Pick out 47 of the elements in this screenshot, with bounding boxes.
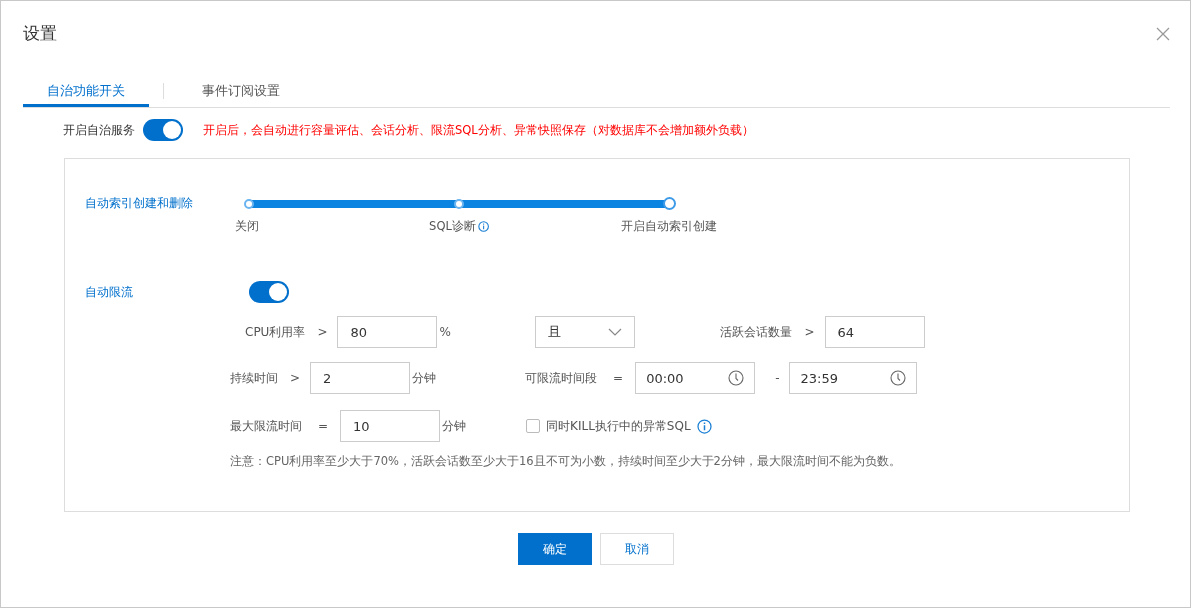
field-label: 活跃会话数量 (720, 323, 793, 341)
slider-handle[interactable] (663, 197, 676, 210)
field-label: CPU利用率 (245, 323, 306, 341)
field-label: 持续时间 (230, 369, 278, 387)
slider-label: SQL诊断 (429, 219, 476, 234)
toggle-switch[interactable] (143, 119, 183, 141)
dropdown[interactable]: 且 (535, 316, 636, 348)
clock-icon (728, 370, 745, 386)
slider-label: 开启自动索引创建 (621, 219, 717, 234)
checkbox[interactable] (526, 419, 541, 433)
cancel-button[interactable]: 取消 (599, 533, 674, 565)
input-field[interactable]: 64 (824, 316, 925, 348)
tab[interactable]: 自治功能开关 (23, 81, 149, 107)
checkbox-label: 同时KILL执行中的异常SQL (546, 417, 691, 435)
confirm-button[interactable]: 确定 (517, 533, 592, 565)
operator-text: = (318, 419, 329, 433)
setting-label: 自动索引创建和删除 (85, 195, 194, 212)
time-input[interactable]: 00:00 (635, 362, 756, 394)
clock-icon (890, 370, 907, 386)
input-field[interactable]: 10 (340, 410, 441, 442)
slider-stop[interactable] (244, 199, 254, 209)
info-icon[interactable] (696, 418, 712, 434)
tab[interactable]: 事件订阅设置 (178, 81, 304, 107)
dialog-title: 设置 (23, 21, 57, 45)
chevron-down-icon (608, 328, 623, 336)
input-field[interactable]: 80 (337, 316, 438, 348)
setting-label: 开启自治服务 (63, 121, 135, 139)
field-label: 最大限流时间 (230, 417, 302, 435)
field-label: 可限流时间段 (525, 369, 598, 387)
operator-text: > (804, 325, 815, 339)
operator-text: > (290, 371, 301, 385)
operator-text: > (317, 325, 328, 339)
slider-label: 关闭 (235, 219, 259, 234)
notice-text: 开启后，会自动进行容量评估、会话分析、限流SQL分析、异常快照保存（对数据库不会增加额外负载） (203, 122, 754, 138)
setting-label: 自动限流 (85, 283, 134, 301)
time-input[interactable]: 23:59 (789, 362, 918, 394)
slider-stop[interactable] (454, 199, 464, 209)
unit-text: 分钟 (411, 369, 438, 387)
close-icon[interactable] (1156, 27, 1170, 41)
operator-text: = (613, 371, 624, 385)
toggle-switch[interactable] (249, 281, 289, 303)
input-field[interactable]: 2 (310, 362, 411, 394)
unit-text: 分钟 (441, 417, 468, 435)
separator-text: - (775, 371, 780, 385)
note-text: 注意：CPU利用率至少大于70%，活跃会话数至少大于16且不可为小数，持续时间至少大于2分钟，最大限流时间不能为负数。 (230, 454, 902, 469)
info-icon[interactable] (477, 221, 489, 232)
unit-text: % (438, 325, 452, 339)
